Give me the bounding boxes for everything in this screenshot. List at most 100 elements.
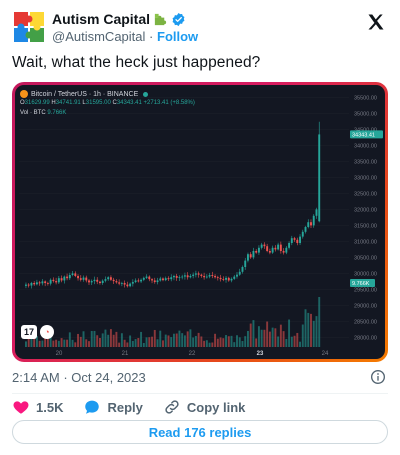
read-replies-button[interactable]: Read 176 replies (12, 420, 388, 444)
candle (181, 276, 184, 278)
avatar[interactable] (12, 10, 46, 44)
volume-bar (189, 329, 192, 347)
volume-bar (288, 319, 291, 347)
tweet-date: Oct 24, 2023 (71, 370, 146, 385)
volume-bar (310, 313, 312, 347)
candle (260, 244, 263, 248)
candle (66, 276, 69, 279)
candle (60, 278, 63, 281)
volume-bar (241, 341, 244, 347)
volume-bar (79, 336, 82, 347)
price-tick-label: 29000.00 (354, 303, 377, 309)
volume-bar (238, 337, 241, 347)
like-count: 1.5K (36, 399, 64, 415)
bitcoin-icon (20, 90, 28, 98)
x-logo-icon[interactable] (366, 12, 386, 32)
candle (52, 279, 55, 282)
candle (222, 279, 225, 280)
volume-bar (162, 340, 164, 347)
volume-bar (104, 329, 107, 347)
volume-bar (38, 340, 41, 347)
candle (299, 236, 301, 243)
candle (82, 277, 85, 280)
volume-bar (74, 342, 77, 347)
volume-bar (301, 324, 304, 347)
volume-bar (167, 335, 170, 347)
candle (145, 276, 148, 278)
volume-label: Vol · BTC (20, 110, 46, 116)
volume-bar (140, 331, 143, 347)
volume-readout: Vol · BTC 9.766K (20, 110, 66, 116)
candle (118, 282, 121, 284)
chart-title: Bitcoin / TetherUS · 1h · BINANCE (20, 90, 149, 98)
volume-value: 9.766K (47, 110, 67, 116)
close-value: 34343.41 (116, 100, 142, 106)
date-tick-label: 20 (56, 351, 63, 357)
candle (310, 222, 312, 226)
handle-separator: · (149, 29, 154, 44)
candlestick-chart: 35500.0035000.0034500.0034000.0033500.00… (19, 95, 383, 357)
volume-bar (293, 335, 296, 347)
low-value: 31595.00 (85, 100, 111, 106)
candle (27, 284, 30, 286)
volume-bar (68, 332, 71, 347)
candle (142, 277, 145, 280)
candle (41, 281, 44, 284)
author-handle[interactable]: @AutismCapital (52, 29, 145, 44)
volume-bar (318, 297, 321, 347)
volume-tag-label: 9.766K (352, 281, 370, 287)
candle (134, 280, 137, 283)
follow-button[interactable]: Follow (157, 29, 198, 44)
tweet-text: Wait, what the heck just happened? (12, 54, 261, 71)
price-tick-label: 30000.00 (354, 271, 377, 277)
volume-bar (101, 333, 104, 347)
candle (30, 283, 33, 286)
candle (44, 281, 47, 283)
volume-bar (93, 330, 96, 347)
candle (131, 282, 134, 284)
volume-bar (137, 338, 140, 347)
candle (274, 247, 277, 250)
like-button[interactable]: 1.5K (12, 398, 63, 416)
candle (57, 278, 60, 283)
divider (12, 393, 388, 394)
volume-bar (266, 321, 269, 347)
date-tick-label: 22 (189, 351, 196, 357)
candle (137, 280, 140, 282)
candle (205, 276, 208, 278)
candle (307, 222, 310, 227)
volume-bar (41, 340, 44, 347)
last-price-tag-label: 34343.41 (352, 132, 375, 138)
candle (219, 277, 222, 280)
candle (257, 247, 260, 253)
puzzle-avatar-icon (14, 12, 44, 42)
price-tick-label: 33000.00 (354, 175, 377, 181)
candle (126, 284, 129, 287)
candle (178, 277, 181, 279)
candle (120, 283, 123, 284)
info-icon[interactable] (370, 369, 386, 385)
candle (79, 278, 82, 280)
author-block: Autism Capital @AutismCapital · Follow (52, 11, 198, 44)
tweet-media[interactable]: 35500.00 35000.00 34500.00 34000.00 33500.00… (12, 82, 388, 362)
candle (216, 277, 219, 279)
candle (129, 283, 132, 287)
price-tick-label: 31500.00 (354, 223, 377, 229)
volume-bar (244, 336, 247, 347)
volume-bar (214, 333, 217, 347)
volume-bar (142, 342, 145, 347)
volume-bar (183, 335, 186, 347)
volume-bar (203, 340, 206, 347)
volume-bar (249, 323, 252, 347)
tradingview-logo-icon: 17 (21, 325, 37, 339)
volume-bar (312, 320, 315, 347)
copy-link-button[interactable]: Copy link (163, 398, 245, 416)
volume-bar (299, 341, 301, 347)
candle (304, 227, 307, 232)
reply-button[interactable]: Reply (83, 398, 143, 416)
author-display-name[interactable]: Autism Capital (52, 11, 150, 27)
volume-bar (66, 339, 69, 347)
tweet-timestamp[interactable]: 2:14 AM · Oct 24, 2023 (12, 370, 146, 385)
candle (214, 275, 217, 278)
volume-bar (145, 337, 148, 347)
